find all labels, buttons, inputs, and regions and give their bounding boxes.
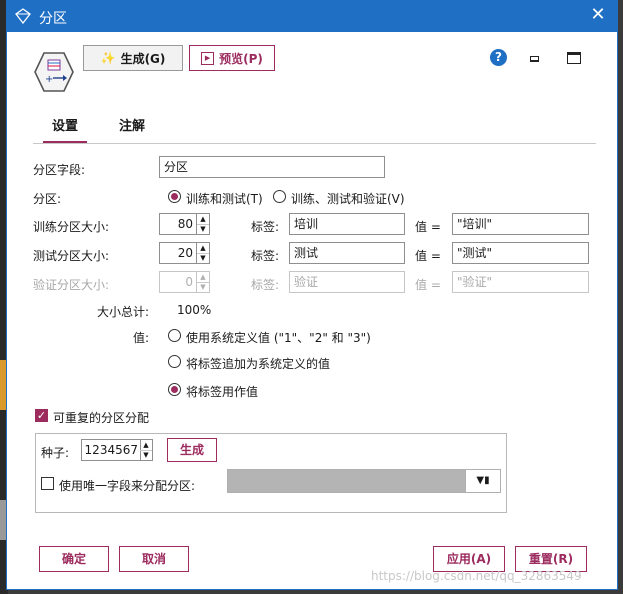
radio-use-labels[interactable] — [168, 383, 181, 396]
validate-size-value: 0 — [159, 271, 197, 293]
seed-generate-button[interactable]: 生成 — [167, 438, 217, 462]
test-value-label: 值 = — [415, 249, 441, 263]
train-tag-label: 标签: — [251, 220, 280, 234]
close-icon[interactable]: ✕ — [589, 6, 607, 24]
app-diamond-icon — [15, 8, 31, 24]
validate-size-label: 验证分区大小: — [33, 278, 110, 292]
validate-tag-input: 验证 — [289, 271, 405, 293]
test-tag-label: 标签: — [251, 249, 280, 263]
radio-train-test-label: 训练和测试(T) — [186, 192, 263, 206]
ok-button[interactable]: 确定 — [39, 546, 109, 572]
unique-field-label: 使用唯一字段来分配分区: — [59, 479, 196, 493]
preview-button-label: 预览(P) — [219, 51, 263, 66]
minimize-icon[interactable] — [530, 56, 539, 62]
partition-dialog: 分区 ✕ + ✨ 生成(G) ▶ 预览(P) ? 设置 注解 分区字段: 分区 … — [6, 0, 618, 590]
help-icon[interactable]: ? — [490, 49, 507, 66]
radio-system-values-label: 使用系统定义值 ("1"、"2" 和 "3") — [186, 331, 371, 345]
maximize-icon[interactable] — [567, 52, 581, 64]
train-size-value[interactable]: 80 — [159, 213, 197, 235]
radio-append-labels-label: 将标签追加为系统定义的值 — [186, 357, 331, 371]
train-tag-input[interactable]: 培训 — [289, 213, 405, 235]
radio-train-test-validate[interactable] — [273, 190, 286, 203]
watermark-text: https://blog.csdn.net/qq_32863549 — [371, 569, 582, 583]
field-picker-icon: ▼▮ — [465, 470, 500, 492]
wand-icon: ✨ — [100, 51, 116, 65]
test-tag-input[interactable]: 测试 — [289, 242, 405, 264]
partition-mode-label: 分区: — [33, 192, 62, 206]
repeatable-label: 可重复的分区分配 — [53, 411, 150, 425]
svg-text:+: + — [45, 74, 53, 85]
spin-down-icon[interactable]: ▼ — [197, 253, 209, 263]
partition-field-input[interactable]: 分区 — [159, 156, 385, 178]
validate-value-input: "验证" — [452, 271, 589, 293]
unique-field-checkbox[interactable] — [41, 477, 54, 490]
cancel-button[interactable]: 取消 — [119, 546, 189, 572]
unique-field-selector: ▼▮ — [227, 469, 501, 493]
validate-size-stepper: 0 ▲ ▼ — [159, 271, 211, 293]
test-value-input[interactable]: "测试" — [452, 242, 589, 264]
test-size-label: 测试分区大小: — [33, 249, 110, 263]
total-size-label: 大小总计: — [97, 305, 150, 319]
seed-input[interactable]: 1234567 — [81, 439, 141, 461]
repeatable-checkbox[interactable]: ✓ — [35, 409, 48, 422]
preview-button[interactable]: ▶ 预览(P) — [189, 45, 275, 71]
seed-label: 种子: — [41, 446, 70, 460]
total-size-value: 100% — [177, 303, 212, 317]
train-value-input[interactable]: "培训" — [452, 213, 589, 235]
radio-use-labels-label: 将标签用作值 — [186, 385, 259, 399]
values-label: 值: — [133, 331, 150, 345]
radio-append-labels[interactable] — [168, 355, 181, 368]
generate-button-label: 生成(G) — [120, 51, 166, 66]
spin-down-icon: ▼ — [200, 283, 206, 291]
window-title: 分区 — [39, 11, 67, 27]
radio-train-test-validate-label: 训练、测试和验证(V) — [291, 192, 405, 206]
partition-node-icon: + — [34, 52, 74, 92]
validate-tag-label: 标签: — [251, 278, 280, 292]
spin-down-icon[interactable]: ▼ — [197, 224, 209, 234]
seed-stepper[interactable]: ▲ ▼ — [140, 439, 154, 461]
tab-annotations[interactable]: 注解 — [115, 113, 149, 141]
spin-down-icon[interactable]: ▼ — [140, 450, 152, 460]
train-size-label: 训练分区大小: — [33, 220, 110, 234]
generate-button[interactable]: ✨ 生成(G) — [83, 45, 183, 71]
play-icon: ▶ — [201, 51, 215, 65]
test-size-stepper[interactable]: 20 ▲ ▼ — [159, 242, 211, 264]
train-size-stepper[interactable]: 80 ▲ ▼ — [159, 213, 211, 235]
tab-settings[interactable]: 设置 — [43, 113, 87, 143]
train-value-label: 值 = — [415, 220, 441, 234]
partition-field-label: 分区字段: — [33, 163, 86, 177]
title-bar[interactable]: 分区 ✕ — [7, 1, 617, 32]
radio-train-test[interactable] — [168, 190, 181, 203]
radio-system-values[interactable] — [168, 329, 181, 342]
tab-divider — [33, 143, 596, 144]
validate-value-label: 值 = — [415, 278, 441, 292]
test-size-value[interactable]: 20 — [159, 242, 197, 264]
